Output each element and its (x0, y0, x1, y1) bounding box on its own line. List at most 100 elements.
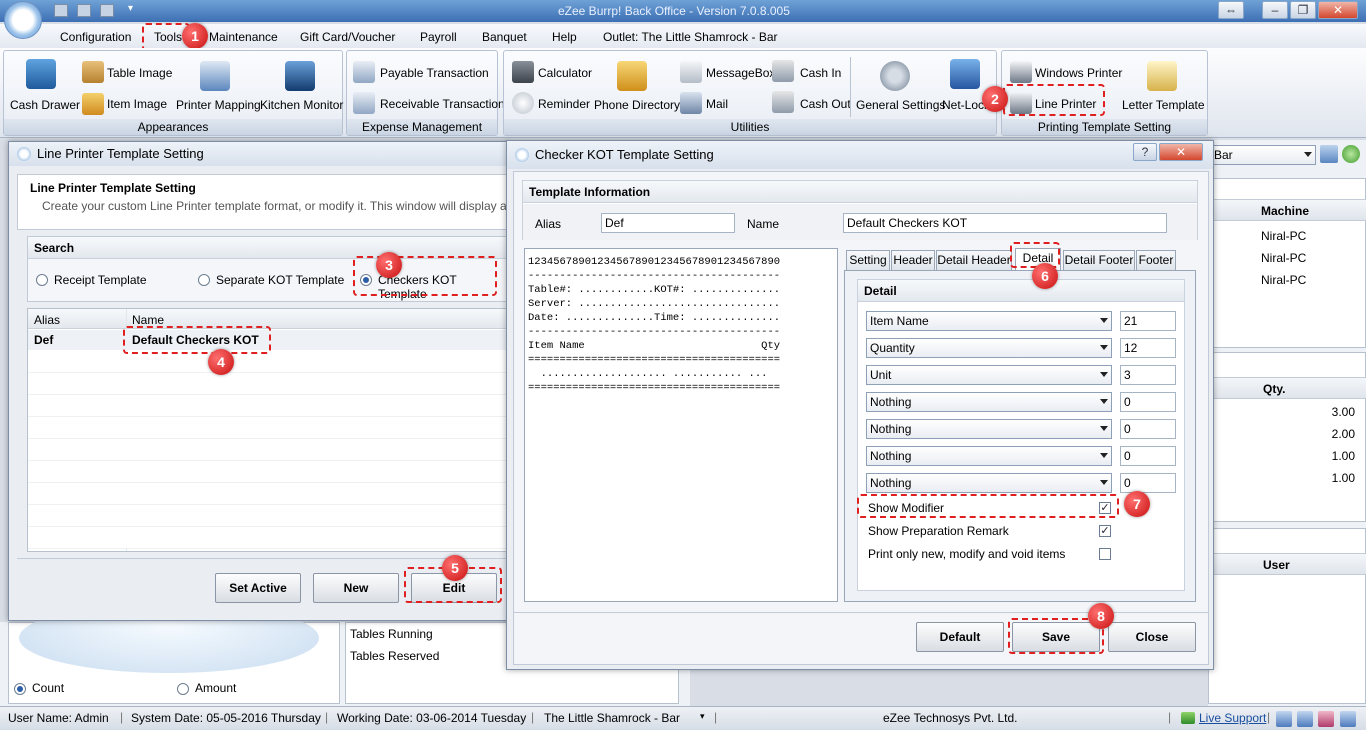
tab-footer[interactable]: Footer (1136, 250, 1176, 270)
app-logo-icon[interactable] (4, 1, 42, 39)
detail-field-width-5[interactable]: 0 (1120, 419, 1176, 439)
print-only-new-checkbox[interactable] (1099, 548, 1111, 560)
receivable-icon (353, 92, 375, 114)
tray-icon[interactable] (1340, 711, 1356, 727)
menu-banquet[interactable]: Banquet (482, 30, 527, 44)
detail-field-select-4[interactable]: Nothing (866, 392, 1112, 412)
minimize-icon[interactable]: ‒ (1262, 1, 1288, 19)
qty-cell: 1.00 (1331, 471, 1355, 485)
set-active-button[interactable]: Set Active (215, 573, 301, 603)
tab-setting[interactable]: Setting (846, 250, 890, 270)
menu-payroll[interactable]: Payroll (420, 30, 457, 44)
tray-icon[interactable] (1297, 711, 1313, 727)
ribbon-mail[interactable]: Mail (706, 97, 728, 111)
quick-access-icon[interactable] (100, 4, 114, 17)
ribbon-reminder[interactable]: Reminder (538, 97, 590, 111)
tab-detail-header[interactable]: Detail Header (936, 250, 1012, 270)
abc-icon[interactable] (1320, 145, 1338, 163)
ribbon-table-image[interactable]: Table Image (107, 66, 172, 80)
receipt-template-label[interactable]: Receipt Template (54, 273, 147, 287)
messagebox-icon (680, 61, 702, 83)
name-field[interactable]: Default Checkers KOT (843, 213, 1167, 233)
refresh-icon[interactable] (1342, 145, 1360, 163)
close-icon[interactable]: ✕ (1318, 1, 1358, 19)
detail-panel: Detail Item Name 21 Quantity 12 Unit 3 N… (857, 279, 1185, 591)
quick-access-dropdown-icon[interactable]: ▾ (128, 3, 133, 14)
quick-access-icon[interactable] (54, 4, 68, 17)
menu-maintenance[interactable]: Maintenance (209, 30, 278, 44)
status-outlet[interactable]: The Little Shamrock - Bar (544, 711, 680, 725)
separate-kot-radio[interactable] (198, 274, 210, 286)
ribbon-item-image[interactable]: Item Image (107, 97, 167, 111)
status-bar: User Name: Admin | System Date: 05-05-20… (0, 706, 1366, 730)
tray-icon[interactable] (1276, 711, 1292, 727)
tray-icon[interactable] (1318, 711, 1334, 727)
close-icon[interactable]: ✕ (1159, 143, 1203, 161)
menu-configuration[interactable]: Configuration (60, 30, 131, 44)
step-badge: 4 (208, 349, 234, 375)
maximize-icon[interactable]: ❐ (1290, 1, 1316, 19)
ribbon-group-utilities: Calculator Reminder Phone Directory Mess… (503, 50, 997, 136)
checker-kot-dialog: Checker KOT Template Setting ? ✕ Templat… (506, 140, 1214, 670)
menu-gift-card[interactable]: Gift Card/Voucher (300, 30, 395, 44)
detail-field-width-7[interactable]: 0 (1120, 473, 1176, 493)
detail-field-select-1[interactable]: Item Name (866, 311, 1112, 331)
detail-field-width-4[interactable]: 0 (1120, 392, 1176, 412)
detail-field-width-3[interactable]: 3 (1120, 365, 1176, 385)
live-support-link[interactable]: Live Support (1199, 711, 1266, 725)
ribbon-phone-directory[interactable]: Phone Directory (594, 98, 680, 112)
ribbon-cash-out[interactable]: Cash Out (800, 97, 851, 111)
ribbon-general-settings[interactable]: General Settings (856, 98, 945, 112)
step-badge: 5 (442, 555, 468, 581)
line-printer-template-dialog: Line Printer Template Setting Line Print… (8, 141, 555, 621)
user-column-label: User (1263, 558, 1290, 572)
ribbon-receivable-transaction[interactable]: Receivable Transaction (380, 97, 505, 111)
alias-column-header[interactable]: Alias (34, 313, 60, 327)
ribbon-printer-mapping[interactable]: Printer Mapping (176, 98, 261, 112)
ribbon-kitchen-monitor[interactable]: Kitchen Monitor (260, 98, 343, 112)
ribbon-cash-in[interactable]: Cash In (800, 66, 841, 80)
close-button[interactable]: Close (1108, 622, 1196, 652)
detail-field-width-2[interactable]: 12 (1120, 338, 1176, 358)
menu-help[interactable]: Help (552, 30, 577, 44)
detail-field-width-6[interactable]: 0 (1120, 446, 1176, 466)
qty-panel: Qty. 3.00 2.00 1.00 1.00 (1208, 352, 1366, 522)
calculator-icon (512, 61, 534, 83)
outlet-dropdown-icon[interactable]: ▾ (700, 711, 705, 722)
tab-detail-footer[interactable]: Detail Footer (1063, 250, 1135, 270)
ribbon-payable-transaction[interactable]: Payable Transaction (380, 66, 489, 80)
name-column-header[interactable]: Name (132, 313, 164, 327)
machine-column-label: Machine (1261, 204, 1310, 218)
tab-header[interactable]: Header (891, 250, 935, 270)
show-preparation-remark-checkbox[interactable]: ✓ (1099, 525, 1111, 537)
count-radio[interactable] (14, 683, 26, 695)
detail-field-select-7[interactable]: Nothing (866, 473, 1112, 493)
restore-icon[interactable]: ⇔ (1218, 1, 1244, 19)
detail-field-select-2[interactable]: Quantity (866, 338, 1112, 358)
default-button[interactable]: Default (916, 622, 1004, 652)
detail-field-select-6[interactable]: Nothing (866, 446, 1112, 466)
menu-outlet[interactable]: Outlet: The Little Shamrock - Bar (603, 30, 778, 44)
detail-field-select-5[interactable]: Nothing (866, 419, 1112, 439)
status-working-date: Working Date: 03-06-2014 Tuesday (337, 711, 527, 725)
step-badge: 3 (376, 252, 402, 278)
help-icon[interactable]: ? (1133, 143, 1157, 161)
ribbon-letter-template[interactable]: Letter Template (1122, 98, 1205, 112)
amount-radio[interactable] (177, 683, 189, 695)
receipt-template-radio[interactable] (36, 274, 48, 286)
group-label: Expense Management (347, 119, 497, 135)
alias-field[interactable]: Def (601, 213, 735, 233)
new-button[interactable]: New (313, 573, 399, 603)
quick-access-icon[interactable] (77, 4, 91, 17)
detail-field-width-1[interactable]: 21 (1120, 311, 1176, 331)
ribbon-calculator[interactable]: Calculator (538, 66, 592, 80)
window-title: eZee Burrp! Back Office - Version 7.0.8.… (558, 4, 790, 18)
template-preview[interactable]: 1234567890123456789012345678901234567890… (524, 248, 838, 602)
separate-kot-label[interactable]: Separate KOT Template (216, 273, 344, 287)
ribbon-messagebox[interactable]: MessageBox (706, 66, 775, 80)
ribbon-windows-printer[interactable]: Windows Printer (1035, 66, 1122, 80)
ribbon-cash-drawer[interactable]: Cash Drawer (10, 98, 80, 112)
group-label: Appearances (4, 119, 342, 135)
outlet-select[interactable]: Bar (1210, 145, 1316, 165)
detail-field-select-3[interactable]: Unit (866, 365, 1112, 385)
